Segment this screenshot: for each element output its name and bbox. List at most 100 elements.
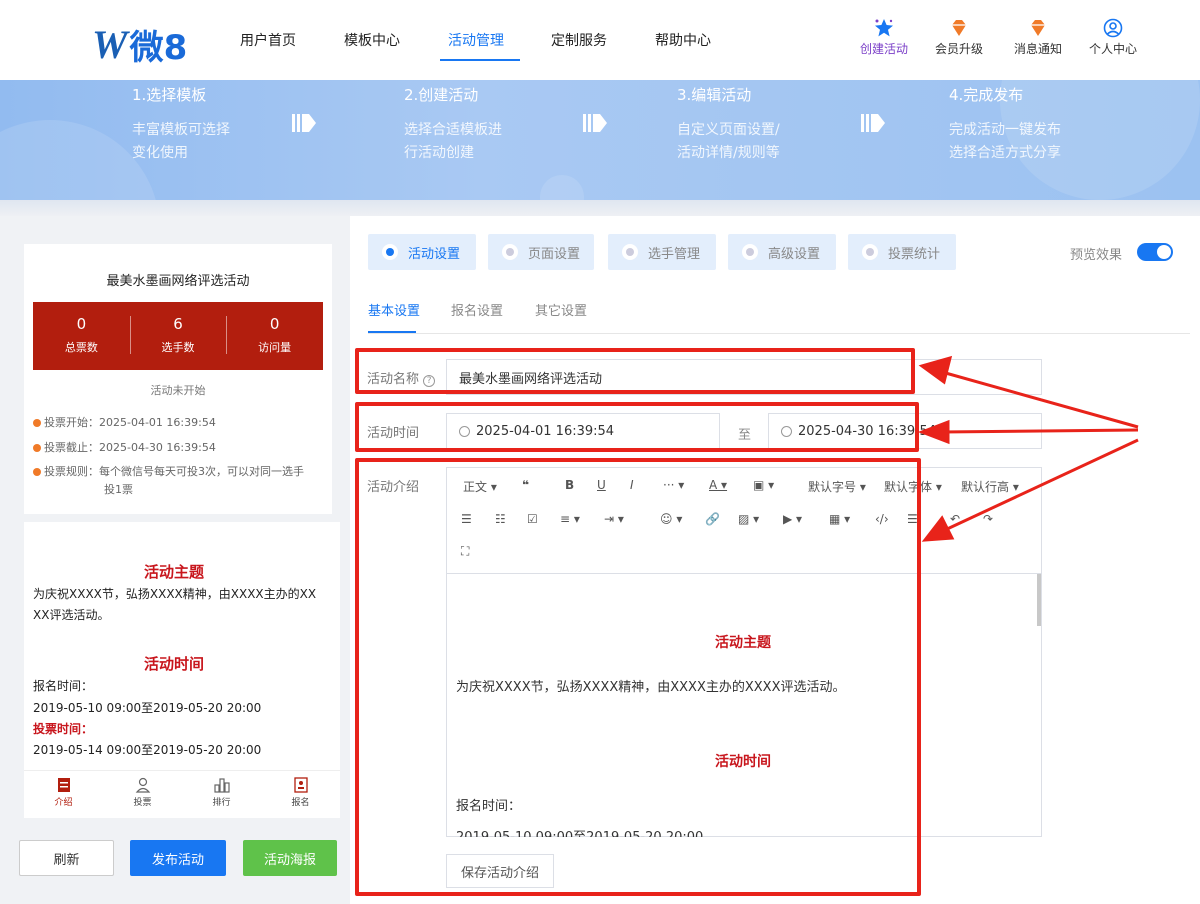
tab-label: 高级设置 [768, 246, 821, 262]
tab-activity-settings[interactable]: 活动设置 [368, 234, 476, 270]
profile-button[interactable]: 个人中心 [1083, 18, 1143, 57]
redo-icon[interactable]: ↷ [983, 512, 993, 526]
subtab-other[interactable]: 其它设置 [535, 300, 587, 319]
arrow-right-icon [292, 114, 316, 132]
poster-button[interactable]: 活动海报 [243, 840, 337, 876]
step-desc: 选择合适方式分享 [949, 145, 1061, 161]
preview-vote-label: 投票时间： [33, 722, 94, 736]
vote-rule-text: 投票规则：每个微信号每天可投3次，可以对同一选手 [44, 465, 304, 478]
nav-item-home[interactable]: 用户首页 [240, 30, 296, 50]
user-icon [622, 244, 638, 260]
nav-item-activity-manage[interactable]: 活动管理 [448, 30, 504, 50]
tabbar-signup[interactable]: 报名 [261, 771, 340, 816]
preview-time-heading: 活动时间 [143, 655, 204, 673]
logo[interactable]: W 微8 [92, 20, 187, 69]
info-dot-icon [33, 444, 41, 452]
star-icon [875, 19, 893, 37]
notifications-label: 消息通知 [1013, 42, 1062, 56]
vote-start-text: 投票开始：2025-04-01 16:39:54 [44, 416, 216, 429]
preview-theme-text: 为庆祝XXXX节，弘扬XXXX精神，由XXXX主办的XX [33, 587, 317, 601]
step-desc: 自定义页面设置/ [677, 122, 780, 138]
banner-decoration [540, 175, 584, 200]
arrow-right-icon [861, 114, 885, 132]
top-navbar: W 微8 用户首页 模板中心 活动管理 定制服务 帮助中心 创建活动 会员升级 … [0, 0, 1200, 80]
percent-icon [742, 244, 758, 260]
step-title: 4.完成发布 [949, 86, 1024, 104]
annotation-box-intro [355, 458, 921, 896]
gem-icon [952, 20, 966, 36]
tabbar-label: 排行 [212, 798, 231, 808]
vote-end-row: 投票截止：2025-04-30 16:39:54 [33, 439, 216, 456]
nav-item-help[interactable]: 帮助中心 [655, 30, 711, 50]
preview-toggle-label: 预览效果 [1070, 248, 1123, 263]
member-upgrade-button[interactable]: 会员升级 [929, 18, 989, 57]
step-title: 2.创建活动 [404, 86, 479, 104]
tabbar-rank[interactable]: 排行 [182, 771, 261, 816]
preview-toggle[interactable] [1137, 243, 1173, 261]
preview-signup-range: 2019-05-10 09:00至2019-05-20 20:00 [33, 701, 262, 715]
tabbar-vote[interactable]: 投票 [103, 771, 182, 816]
stat-label: 选手数 [161, 341, 195, 354]
tabbar-label: 报名 [291, 798, 310, 808]
tab-page-settings[interactable]: 页面设置 [488, 234, 594, 270]
step-desc: 完成活动一键发布 [949, 122, 1061, 138]
preview-summary-card: 最美水墨画网络评选活动 0 总票数 6 选手数 0 访问量 活动未开始 投票开始… [24, 244, 332, 514]
heart-icon [382, 244, 398, 260]
subtab-basic[interactable]: 基本设置 [368, 300, 420, 319]
vote-start-row: 投票开始：2025-04-01 16:39:54 [33, 414, 216, 431]
banner-shadow [0, 200, 1200, 216]
line-height-value: 默认行高 [961, 480, 1010, 494]
tabbar-intro[interactable]: 介绍 [24, 771, 103, 816]
create-activity-label: 创建活动 [859, 42, 908, 56]
nav-active-indicator [440, 59, 520, 61]
arrow-right-icon [583, 114, 607, 132]
notifications-button[interactable]: 消息通知 [1008, 18, 1068, 57]
tab-label: 页面设置 [528, 246, 581, 262]
stat-label: 总票数 [64, 341, 98, 354]
tab-vote-stats[interactable]: 投票统计 [848, 234, 956, 270]
preview-title: 最美水墨画网络评选活动 [106, 274, 250, 289]
gem-icon [1031, 20, 1045, 36]
stat-label: 访问量 [258, 341, 292, 354]
undo-icon[interactable]: ↶ [950, 512, 960, 526]
logo-text: 微8 [129, 28, 188, 68]
member-upgrade-label: 会员升级 [934, 42, 983, 56]
user-circle-icon [1103, 18, 1123, 38]
refresh-button[interactable]: 刷新 [19, 840, 114, 876]
publish-button[interactable]: 发布活动 [130, 840, 226, 876]
vote-rule-row: 投票规则：每个微信号每天可投3次，可以对同一选手 [33, 463, 304, 480]
nav-item-custom-service[interactable]: 定制服务 [551, 30, 607, 50]
stat-value: 0 [269, 315, 280, 333]
line-height-select[interactable]: 默认行高 ▾ [961, 478, 1019, 495]
editor-scrollbar[interactable] [1037, 574, 1041, 626]
info-dot-icon [33, 468, 41, 476]
bar-chart-icon [213, 778, 230, 793]
step-3: 3.编辑活动 自定义页面设置/ 活动详情/规则等 [677, 84, 780, 165]
step-desc: 变化使用 [132, 145, 188, 161]
step-title: 1.选择模板 [132, 86, 207, 104]
person-icon [135, 777, 150, 793]
tab-label: 投票统计 [888, 246, 941, 262]
preview-vote-range: 2019-05-14 09:00至2019-05-20 20:00 [33, 743, 262, 757]
tabbar-label: 介绍 [54, 798, 73, 808]
stat-value: 0 [76, 315, 87, 333]
create-activity-button[interactable]: 创建活动 [854, 18, 914, 57]
subtab-signup[interactable]: 报名设置 [451, 300, 503, 319]
stat-visits: 0 访问量 [226, 302, 323, 370]
nav-item-templates[interactable]: 模板中心 [344, 30, 400, 50]
annotation-box-time [355, 402, 919, 452]
stat-value: 6 [173, 315, 183, 333]
stats-bar: 0 总票数 6 选手数 0 访问量 [33, 302, 323, 370]
tab-label: 选手管理 [648, 246, 701, 262]
tab-contestant-manage[interactable]: 选手管理 [608, 234, 716, 270]
info-dot-icon [33, 419, 41, 427]
stat-contestants: 6 选手数 [129, 302, 227, 370]
tab-advanced-settings[interactable]: 高级设置 [728, 234, 836, 270]
activity-status: 活动未开始 [150, 384, 206, 397]
logo-mark: W [92, 22, 128, 67]
page-icon [502, 244, 518, 260]
vote-rule-cont: 投1票 [104, 483, 133, 496]
profile-label: 个人中心 [1088, 42, 1137, 56]
stat-total-votes: 0 总票数 [33, 302, 130, 370]
step-desc: 行活动创建 [404, 145, 474, 161]
